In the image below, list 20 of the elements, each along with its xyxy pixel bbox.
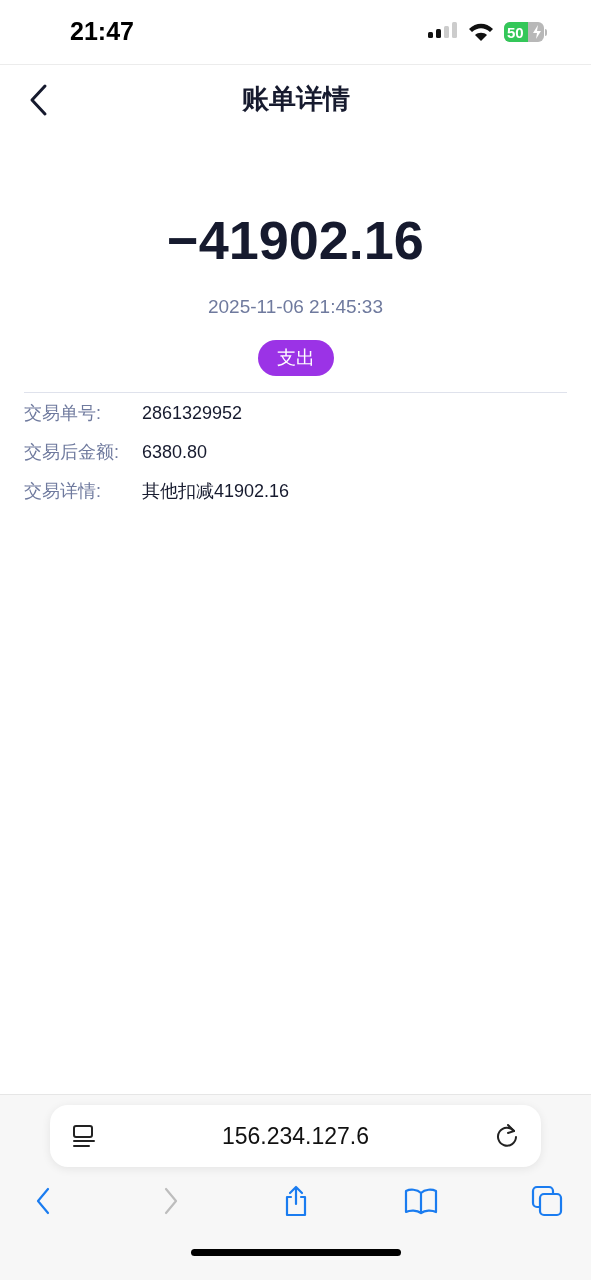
address-bar[interactable]: 156.234.127.6 <box>50 1105 541 1167</box>
reload-icon[interactable] <box>495 1123 519 1149</box>
amount: −41902.16 <box>167 213 424 267</box>
tabs-button[interactable] <box>529 1183 565 1219</box>
detail-value: 其他扣减41902.16 <box>142 480 290 503</box>
detail-value: 2861329952 <box>142 402 243 425</box>
reader-icon[interactable] <box>72 1124 96 1148</box>
address-text: 156.234.127.6 <box>220 1121 371 1151</box>
tabs-icon <box>530 1184 564 1218</box>
detail-label: 交易详情: <box>24 480 102 503</box>
status-time: 21:47 <box>70 16 134 48</box>
type-badge: 支出 <box>257 339 334 376</box>
transaction-time: 2025-11-06 21:45:33 <box>208 295 383 319</box>
wifi-icon <box>468 22 494 42</box>
detail-label: 交易后金额: <box>24 441 120 464</box>
detail-value: 6380.80 <box>142 441 208 464</box>
page-title: 账单详情 <box>241 82 350 116</box>
book-icon <box>403 1187 440 1215</box>
battery-indicator: 50 <box>504 22 547 42</box>
detail-label: 交易单号: <box>24 402 102 425</box>
